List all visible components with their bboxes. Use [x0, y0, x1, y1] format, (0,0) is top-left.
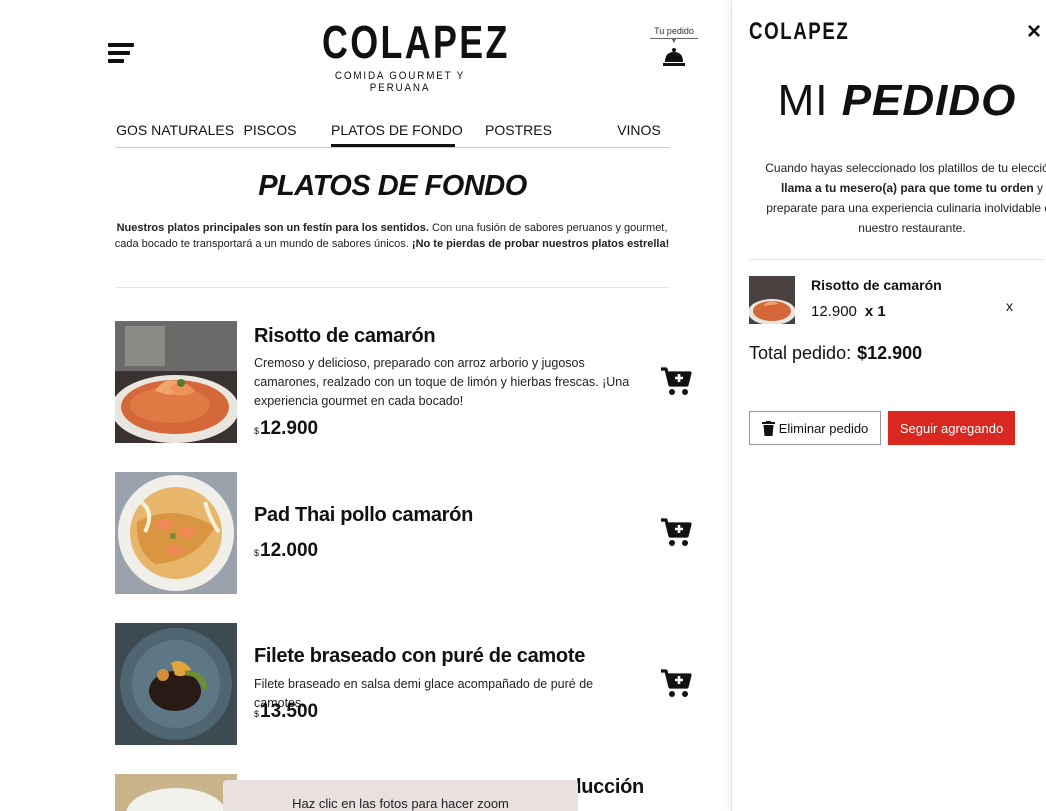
dish-photo-risotto[interactable] [115, 321, 237, 443]
brand-tagline: COMIDA GOURMET Y PERUANA [334, 70, 466, 94]
currency-symbol: $ [254, 426, 260, 436]
dish-name: Pad Thai pollo camarón [254, 504, 473, 526]
dish-price: $12.900 [254, 418, 318, 440]
dish-item: Risotto de camarón Cremoso y delicioso, … [115, 321, 705, 443]
service-bell-icon [663, 48, 685, 66]
panel-title-part1: MI [777, 76, 829, 125]
section-desc-bold-2: ¡No te pierdas de probar nuestros platos… [411, 238, 670, 250]
divider [115, 287, 670, 288]
panel-info-bold: llama a tu mesero(a) para que tome tu or… [780, 181, 1034, 195]
dish-photo-filete[interactable] [115, 623, 237, 745]
brand-name: COLAPEZ [322, 16, 510, 68]
divider [749, 259, 1044, 260]
dish-name: lucción [576, 776, 644, 798]
section-title: PLATOS DE FONDO [258, 170, 527, 202]
trash-icon [761, 420, 775, 436]
order-item-price-value: 12.900 [811, 303, 857, 320]
tab-piscos[interactable]: PISCOS [241, 122, 299, 138]
chevron-down-icon: ▼ [670, 38, 678, 45]
dish-price-value: 13.500 [260, 701, 319, 722]
total-value: $12.900 [857, 343, 923, 363]
order-item-name: Risotto de camarón [811, 277, 942, 293]
add-to-cart-icon[interactable] [660, 669, 692, 699]
dish-item: Filete braseado con puré de camote Filet… [115, 623, 705, 745]
zoom-hint-toast: Haz clic en las fotos para hacer zoom [223, 780, 578, 811]
order-item-thumbnail [749, 276, 795, 324]
dish-name: Risotto de camarón [254, 325, 436, 347]
dish-photo-pad-thai[interactable] [115, 472, 237, 594]
dish-item: Pad Thai pollo camarón $12.000 [115, 472, 705, 594]
continue-adding-button[interactable]: Seguir agregando [888, 411, 1015, 445]
clear-order-label: Eliminar pedido [778, 420, 869, 436]
panel-title-part2: PEDIDO [841, 76, 1017, 125]
total-label: Total pedido: [749, 343, 852, 363]
order-item-quantity: x 1 [864, 303, 886, 320]
dish-price: $13.500 [254, 701, 318, 723]
tab-postres[interactable]: POSTRES [485, 122, 552, 138]
add-to-cart-icon[interactable] [660, 367, 692, 397]
dish-name: Filete braseado con puré de camote [254, 645, 586, 667]
order-total: Total pedido: $12.900 [749, 343, 922, 364]
dish-price-value: 12.900 [260, 418, 319, 439]
panel-title: MI PEDIDO [732, 76, 1046, 126]
currency-symbol: $ [254, 709, 260, 719]
hamburger-menu-icon[interactable] [108, 43, 134, 63]
panel-instructions: Cuando hayas seleccionado los platillos … [762, 158, 1046, 238]
tab-platos-de-fondo[interactable]: PLATOS DE FONDO [331, 122, 463, 147]
section-description: Nuestros platos principales son un festí… [112, 220, 672, 252]
dish-photo[interactable] [115, 774, 237, 811]
currency-symbol: $ [254, 548, 260, 558]
category-tabs: JUGOS NATURALES PISCOS PLATOS DE FONDO P… [115, 114, 670, 148]
order-panel: COLAPEZ × MI PEDIDO Cuando hayas selecci… [731, 0, 1046, 811]
panel-brand-logo: COLAPEZ [749, 18, 850, 45]
order-bell-button[interactable]: Tu pedido ▼ [650, 26, 698, 67]
add-to-cart-icon[interactable] [660, 518, 692, 548]
dish-price: $12.000 [254, 540, 318, 562]
dish-description: Cremoso y delicioso, preparado con arroz… [254, 356, 630, 408]
close-icon[interactable]: × [1027, 20, 1041, 44]
remove-item-button[interactable]: x [1006, 298, 1013, 314]
panel-info-text: Cuando hayas seleccionado los platillos … [765, 161, 1046, 175]
section-desc-bold: Nuestros platos principales son un festí… [116, 222, 429, 234]
tab-jugos-naturales[interactable]: JUGOS NATURALES [115, 122, 234, 138]
tab-vinos[interactable]: VINOS [617, 122, 661, 138]
clear-order-button[interactable]: Eliminar pedido [749, 411, 881, 445]
dish-price-value: 12.000 [260, 540, 319, 561]
brand-logo[interactable]: COLAPEZ COMIDA GOURMET Y PERUANA [300, 16, 510, 94]
order-item-price: 12.900 x 1 [811, 303, 886, 320]
